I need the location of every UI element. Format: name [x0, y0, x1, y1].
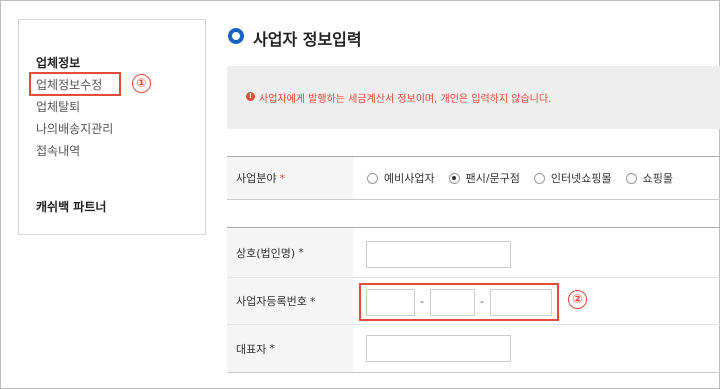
- business-field-section: 사업분야 * 예비사업자 팬시/문구점 인터넷쇼핑몰 쇼핑몰: [227, 156, 720, 200]
- radio-internet-mall[interactable]: 인터넷쇼핑몰: [533, 170, 612, 186]
- notice-box: ! 사업자에게 발행하는 세금계산서 정보이며, 개인은 입력하지 않습니다.: [227, 66, 720, 129]
- page-title: 사업자 정보입력: [253, 30, 362, 49]
- radio-fancy-stationery[interactable]: 팬시/문구점: [448, 170, 520, 186]
- warning-icon: !: [246, 92, 255, 101]
- business-field-row: 사업분야 * 예비사업자 팬시/문구점 인터넷쇼핑몰 쇼핑몰: [227, 157, 720, 199]
- sidebar-item-access-log[interactable]: 접속내역: [36, 142, 80, 159]
- sidebar: 업체정보 업체정보수정 업체탈퇴 나의배송지관리 접속내역 캐쉬백 파트너: [18, 19, 206, 235]
- highlight-box-2: [359, 283, 559, 321]
- company-name-label: 상호(법인명) *: [227, 228, 353, 277]
- annotation-marker-1: ①: [132, 74, 151, 93]
- ceo-input[interactable]: [366, 335, 511, 362]
- business-number-label: 사업자등록번호 *: [227, 278, 353, 324]
- notice-text: 사업자에게 발행하는 세금계산서 정보이며, 개인은 입력하지 않습니다.: [259, 94, 552, 105]
- sidebar-partner-link[interactable]: 캐쉬백 파트너: [36, 198, 106, 215]
- radio-mall[interactable]: 쇼핑몰: [625, 170, 673, 186]
- business-field-radio-group: 예비사업자 팬시/문구점 인터넷쇼핑몰 쇼핑몰: [367, 157, 687, 199]
- sidebar-item-shipping[interactable]: 나의배송지관리: [36, 120, 113, 137]
- sidebar-item-withdraw[interactable]: 업체탈퇴: [36, 98, 80, 115]
- annotation-marker-2: ②: [568, 290, 587, 309]
- business-field-label: 사업분야 *: [227, 157, 353, 199]
- radio-pre-business[interactable]: 예비사업자: [367, 170, 435, 186]
- ceo-label: 대표자 *: [227, 325, 353, 372]
- company-name-input[interactable]: [366, 241, 511, 268]
- highlight-box-1: [29, 72, 121, 96]
- title-bullet-icon: [228, 28, 244, 44]
- sidebar-title: 업체정보: [36, 56, 81, 70]
